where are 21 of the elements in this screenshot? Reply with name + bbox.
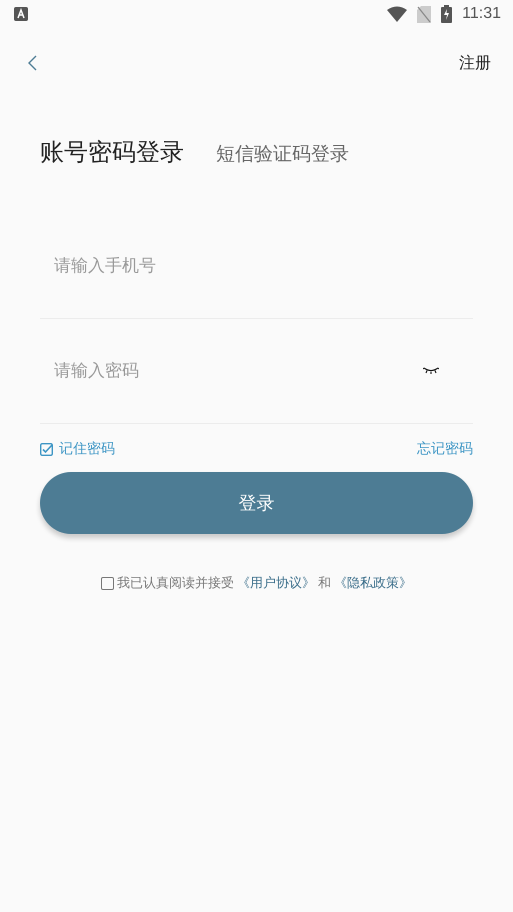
privacy-policy-link[interactable]: 《隐私政策》	[334, 574, 412, 592]
register-button[interactable]: 注册	[459, 52, 491, 74]
login-button[interactable]: 登录	[40, 472, 473, 534]
conjunction-text: 和	[318, 575, 331, 592]
forgot-password-link[interactable]: 忘记密码	[417, 440, 473, 458]
login-tab[interactable]: 短信验证码登录	[216, 141, 349, 167]
password-field[interactable]: 请输入密码	[52, 360, 423, 382]
agreement-checkbox[interactable]	[101, 576, 114, 590]
closed-eye-icon[interactable]	[423, 367, 439, 375]
phone-field[interactable]: 请输入手机号	[52, 255, 439, 277]
battery-icon	[441, 5, 452, 23]
back-icon[interactable]	[28, 55, 37, 71]
checkbox[interactable]	[40, 442, 53, 456]
notification-icon	[14, 7, 28, 21]
login-tab[interactable]: 账号密码登录	[40, 136, 184, 168]
user-agreement-link[interactable]: 《用户协议》	[237, 574, 315, 592]
remember-password-label[interactable]: 记住密码	[59, 440, 115, 458]
no-sim-icon	[417, 6, 432, 22]
wifi-icon	[387, 6, 408, 22]
agreement-text: 我已认真阅读并接受	[117, 575, 234, 592]
status-time: 11:31	[462, 5, 501, 23]
